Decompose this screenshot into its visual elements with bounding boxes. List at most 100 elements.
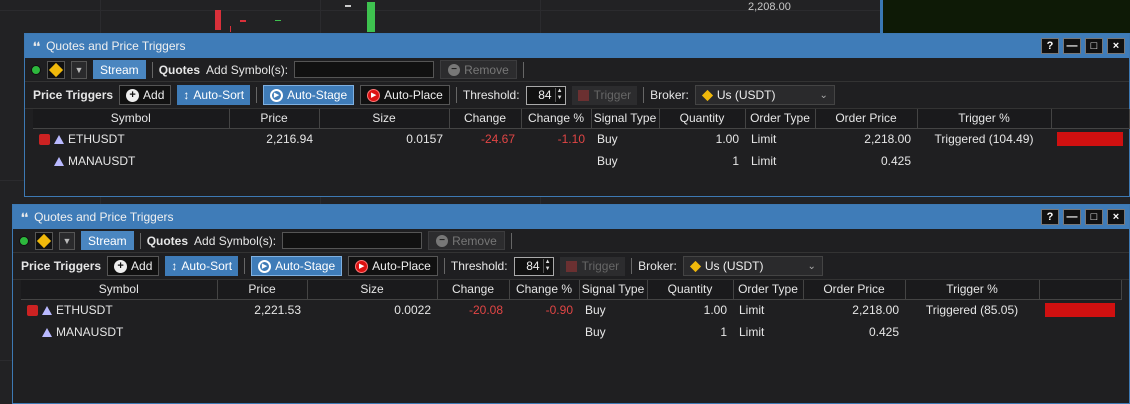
help-button[interactable]: ? <box>1041 38 1059 54</box>
order-type-cell: Limit <box>739 325 765 339</box>
stream-button[interactable]: Stream <box>93 60 146 79</box>
column-header[interactable]: Change % <box>521 109 592 129</box>
window-titlebar[interactable]: ❛❛ Quotes and Price Triggers ? — □ × <box>13 205 1129 229</box>
close-button[interactable]: × <box>1107 38 1125 54</box>
window-titlebar[interactable]: ❛❛ Quotes and Price Triggers ? — □ × <box>25 34 1129 58</box>
price-triggers-label: Price Triggers <box>33 88 114 102</box>
broker-select[interactable]: Us (USDT) ⌄ <box>694 85 835 105</box>
column-header[interactable]: Trigger % <box>905 280 1040 300</box>
column-header[interactable]: Signal Type <box>591 109 660 129</box>
add-trigger-button[interactable]: + Add <box>119 85 172 105</box>
threshold-stepper[interactable]: 84 ▲ ▼ <box>525 85 566 105</box>
auto-sort-label: Auto-Sort <box>193 88 245 102</box>
close-button[interactable]: × <box>1107 209 1125 225</box>
column-header[interactable]: Quantity <box>647 280 734 300</box>
auto-stage-button[interactable]: ▶ Auto-Stage <box>251 256 343 276</box>
auto-sort-button[interactable]: ↕ Auto-Sort <box>165 256 239 276</box>
add-symbol-input[interactable] <box>294 61 435 78</box>
column-header[interactable]: Order Type <box>733 280 804 300</box>
column-header[interactable]: Symbol <box>21 280 218 300</box>
minus-icon: − <box>448 63 461 76</box>
price-triggers-label: Price Triggers <box>21 259 102 273</box>
quantity-cell: 1.00 <box>703 303 727 318</box>
triggers-table: Symbol Price Size Change Change % Signal… <box>21 280 1122 343</box>
signal-type-cell: Buy <box>597 154 618 168</box>
broker-label: Broker: <box>638 259 677 273</box>
exchange-selector[interactable] <box>47 60 65 79</box>
column-header[interactable]: Change <box>437 280 510 300</box>
column-header[interactable]: Price <box>217 280 308 300</box>
column-header[interactable]: Order Type <box>745 109 816 129</box>
chevron-down-icon[interactable]: ▼ <box>71 60 87 79</box>
symbol-cell: MANAUSDT <box>56 325 124 339</box>
auto-sort-button[interactable]: ↕ Auto-Sort <box>177 85 251 105</box>
size-cell <box>307 321 437 343</box>
trigger-button[interactable]: Trigger <box>559 256 626 276</box>
divider <box>455 87 457 103</box>
remove-button[interactable]: − Remove <box>440 60 517 79</box>
table-row[interactable]: ETHUSDT 2,216.94 0.0157 -24.67 -1.10 Buy… <box>33 128 1129 150</box>
divider <box>510 232 512 249</box>
price-cell <box>229 150 319 172</box>
trigger-pct-cell: Triggered (85.05) <box>925 303 1019 318</box>
column-header[interactable]: Order Price <box>803 280 906 300</box>
stepper-arrows-icon[interactable]: ▲ ▼ <box>542 259 551 273</box>
divider <box>631 258 633 274</box>
table-row[interactable]: MANAUSDT Buy 1 Limit 0.425 <box>21 321 1121 343</box>
stepper-arrows-icon[interactable]: ▲ ▼ <box>554 88 563 102</box>
help-button[interactable]: ? <box>1041 209 1059 225</box>
add-trigger-button[interactable]: + Add <box>107 256 160 276</box>
trigger-button[interactable]: Trigger <box>571 85 638 105</box>
chevron-down-icon[interactable]: ▼ <box>59 231 75 250</box>
column-header[interactable]: Price <box>229 109 320 129</box>
broker-label: Broker: <box>650 88 689 102</box>
auto-place-button[interactable]: ▶ Auto-Place <box>360 85 450 105</box>
candle <box>345 5 351 7</box>
column-header[interactable]: Change % <box>509 280 580 300</box>
stream-button[interactable]: Stream <box>81 231 134 250</box>
order-type-cell: Limit <box>751 154 777 168</box>
trigger-progress-bar <box>1057 132 1123 147</box>
exchange-selector[interactable] <box>35 231 53 250</box>
column-header[interactable]: Size <box>307 280 438 300</box>
minimize-button[interactable]: — <box>1063 38 1081 54</box>
quotes-label: Quotes <box>158 62 201 77</box>
column-header[interactable] <box>1039 280 1122 300</box>
triangle-up-icon <box>54 134 64 144</box>
price-axis-label: 2,208.00 <box>748 1 791 13</box>
price-triggers-toolbar: Price Triggers + Add ↕ Auto-Sort ▶ Auto-Sta… <box>25 82 1129 109</box>
connection-status-icon <box>19 235 29 246</box>
column-header[interactable]: Size <box>319 109 450 129</box>
remove-label: Remove <box>452 233 497 248</box>
divider <box>139 232 141 249</box>
chevron-down-icon: ⌄ <box>807 260 816 272</box>
minimize-button[interactable]: — <box>1063 209 1081 225</box>
column-header[interactable] <box>1051 109 1130 129</box>
symbol-cell: ETHUSDT <box>56 303 113 318</box>
candle <box>240 20 246 22</box>
remove-button[interactable]: − Remove <box>428 231 505 250</box>
column-header[interactable]: Symbol <box>33 109 230 129</box>
column-header[interactable]: Order Price <box>815 109 918 129</box>
column-header[interactable]: Quantity <box>659 109 746 129</box>
column-header[interactable]: Signal Type <box>579 280 648 300</box>
symbol-cell: MANAUSDT <box>68 154 136 168</box>
auto-place-button[interactable]: ▶ Auto-Place <box>348 256 438 276</box>
threshold-stepper[interactable]: 84 ▲ ▼ <box>513 256 554 276</box>
maximize-button[interactable]: □ <box>1085 38 1103 54</box>
signal-type-cell: Buy <box>585 303 606 318</box>
play-icon: ▶ <box>258 259 272 273</box>
broker-select[interactable]: Us (USDT) ⌄ <box>682 256 823 276</box>
table-row[interactable]: ETHUSDT 2,221.53 0.0022 -20.08 -0.90 Buy… <box>21 299 1121 321</box>
signal-type-cell: Buy <box>585 325 606 339</box>
trigger-label: Trigger <box>581 259 620 273</box>
maximize-button[interactable]: □ <box>1085 209 1103 225</box>
add-symbol-input[interactable] <box>282 232 423 249</box>
column-header[interactable]: Trigger % <box>917 109 1052 129</box>
trigger-bar-cell <box>1039 321 1121 343</box>
trigger-pct-cell <box>917 150 1051 172</box>
column-header[interactable]: Change <box>449 109 522 129</box>
auto-stage-button[interactable]: ▶ Auto-Stage <box>263 85 355 105</box>
record-icon: ▶ <box>367 88 381 102</box>
table-row[interactable]: MANAUSDT Buy 1 Limit 0.425 <box>33 150 1129 172</box>
